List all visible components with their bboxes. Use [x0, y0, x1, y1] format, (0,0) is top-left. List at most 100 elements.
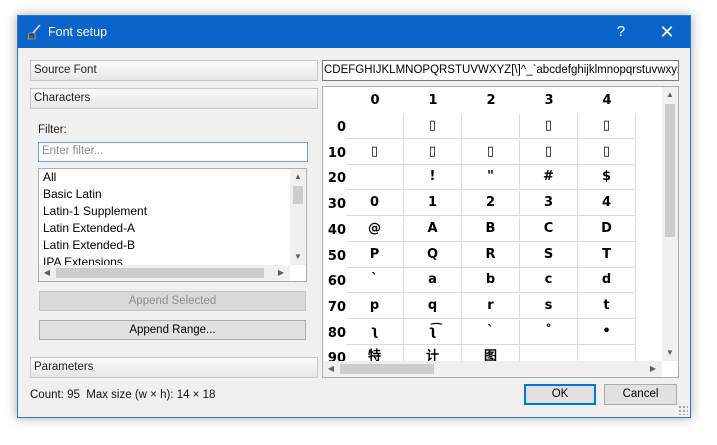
glyph-cell[interactable]: d [578, 268, 636, 293]
glyph-cell[interactable]: C [520, 217, 578, 242]
glyph-cell[interactable]: R [462, 243, 520, 268]
range-list-hscrollbar[interactable]: ◀ ▶ [39, 265, 290, 281]
grid-row-header: 10 [327, 146, 346, 161]
grid-row-header: 20 [327, 171, 346, 186]
glyph-cell[interactable]: ▯ [346, 140, 404, 165]
scroll-left-icon[interactable]: ◀ [39, 265, 55, 281]
glyph-cell[interactable]: @ [346, 217, 404, 242]
glyph-cell[interactable]: ! [404, 165, 462, 190]
grid-row-header: 0 [336, 120, 346, 135]
grid-row-header: 40 [327, 223, 346, 238]
range-list-vthumb[interactable] [293, 186, 303, 204]
cancel-button[interactable]: Cancel [604, 384, 677, 405]
glyph-string-text: CDEFGHIJKLMNOPQRSTUVWXYZ[\]^_`abcdefghij… [324, 64, 679, 76]
broom-icon [27, 24, 41, 40]
glyph-cell[interactable] [346, 165, 404, 190]
glyph-cell[interactable] [462, 114, 520, 139]
help-button[interactable]: ? [598, 16, 644, 48]
glyph-cell[interactable]: ▯ [520, 114, 578, 139]
glyph-cell[interactable]: ▯ [578, 140, 636, 165]
glyph-cell[interactable]: ʅ͡ [404, 320, 462, 345]
source-font-section[interactable]: Source Font [30, 60, 318, 81]
glyph-cell[interactable]: t [578, 294, 636, 319]
unicode-range-list[interactable]: All Basic Latin Latin-1 Supplement Latin Ex… [38, 168, 307, 282]
range-list-item[interactable]: All [43, 170, 56, 184]
glyph-cell[interactable]: a [404, 268, 462, 293]
glyph-cell[interactable]: # [520, 165, 578, 190]
filter-placeholder: Enter filter... [42, 145, 104, 157]
grid-vthumb[interactable] [665, 104, 675, 237]
glyph-cell[interactable]: r [462, 294, 520, 319]
range-list-vscrollbar[interactable]: ▲ ▼ [290, 169, 306, 265]
glyph-cell[interactable]: ▯ [462, 140, 520, 165]
range-list-hthumb[interactable] [56, 268, 264, 278]
resize-grip-icon[interactable] [678, 405, 688, 415]
ok-button[interactable]: OK [524, 384, 596, 405]
glyph-cell[interactable]: ʅ [346, 320, 404, 345]
append-range-button[interactable]: Append Range... [39, 320, 306, 340]
glyph-cell[interactable]: 2 [462, 191, 520, 216]
glyph-cell[interactable]: ▯ [578, 114, 636, 139]
grid-row-header: 70 [327, 300, 346, 315]
glyph-cell[interactable]: A [404, 217, 462, 242]
scroll-up-icon[interactable]: ▲ [290, 169, 306, 185]
glyph-cell[interactable]: D [578, 217, 636, 242]
grid-hthumb[interactable] [340, 364, 434, 374]
glyph-cell[interactable]: 1 [404, 191, 462, 216]
glyph-cell[interactable]: S [520, 243, 578, 268]
glyph-cell[interactable]: c [520, 268, 578, 293]
grid-vscrollbar[interactable]: ▲ ▼ [662, 87, 678, 361]
glyph-count: Count: 95 [30, 389, 80, 401]
glyph-cell[interactable]: • [578, 320, 636, 345]
glyph-cell[interactable]: $ [578, 165, 636, 190]
grid-scroll-right-icon[interactable]: ▶ [645, 361, 661, 377]
glyph-cell[interactable]: Q [404, 243, 462, 268]
glyph-cell[interactable]: 3 [520, 191, 578, 216]
grid-row-header: 80 [327, 326, 346, 341]
glyph-cell[interactable]: p [346, 294, 404, 319]
grid-column-header: 2 [486, 93, 496, 108]
glyph-cell[interactable]: 0 [346, 191, 404, 216]
scroll-right-icon[interactable]: ▶ [273, 265, 289, 281]
glyph-cell[interactable] [346, 114, 404, 139]
append-selected-button[interactable]: Append Selected [39, 291, 306, 311]
glyph-cell[interactable]: 4 [578, 191, 636, 216]
glyph-cell[interactable]: ▯ [404, 140, 462, 165]
range-list-item[interactable]: Latin-1 Supplement [43, 204, 147, 218]
character-grid[interactable]: 0 1 2 3 4 0 ▯ ▯ ▯ 10 ▯ ▯ ▯ ▯ ▯ 20! " # $30 0 1 2 3 4 40 @ A B C D 50 P Q… [322, 86, 679, 378]
grid-column-header: 1 [428, 93, 438, 108]
grid-scroll-up-icon[interactable]: ▲ [662, 87, 678, 103]
window-title: Font setup [48, 25, 108, 39]
grid-row-header: 50 [327, 249, 346, 264]
glyph-cell[interactable]: ▯ [520, 140, 578, 165]
glyph-cell[interactable]: B [462, 217, 520, 242]
glyph-cell[interactable]: P [346, 243, 404, 268]
glyph-cell[interactable]: ▯ [404, 114, 462, 139]
filter-label: Filter: [38, 124, 67, 136]
grid-hscrollbar[interactable]: ◀ ▶ [323, 361, 662, 377]
glyph-cell[interactable]: T [578, 243, 636, 268]
glyph-cell[interactable]: s [520, 294, 578, 319]
filter-input[interactable]: Enter filter... [38, 142, 308, 162]
characters-section[interactable]: Characters [30, 88, 318, 109]
max-size: Max size (w × h): 14 × 18 [86, 389, 216, 401]
close-button[interactable]: ✕ [644, 16, 690, 48]
range-list-item[interactable]: Latin Extended-A [43, 221, 135, 235]
range-list-item[interactable]: Basic Latin [43, 187, 102, 201]
glyph-cell[interactable]: ˚ [520, 320, 578, 345]
glyph-cell[interactable]: ˋ [462, 320, 520, 345]
glyph-cell[interactable]: b [462, 268, 520, 293]
glyph-string-input[interactable]: CDEFGHIJKLMNOPQRSTUVWXYZ[\]^_`abcdefghij… [322, 60, 679, 81]
glyph-cell[interactable]: q [404, 294, 462, 319]
glyph-cell[interactable]: ` [346, 268, 404, 293]
status-text: Count: 95 Max size (w × h): 14 × 18 [30, 389, 215, 401]
scroll-down-icon[interactable]: ▼ [290, 249, 306, 265]
glyph-cell[interactable]: " [462, 165, 520, 190]
parameters-section[interactable]: Parameters [30, 357, 318, 378]
grid-scroll-left-icon[interactable]: ◀ [323, 361, 339, 377]
title-bar: Font setup ? ✕ [18, 16, 690, 48]
grid-column-header: 3 [544, 93, 554, 108]
font-setup-dialog: Font setup ? ✕ Source Font Characters Fi… [17, 15, 691, 418]
grid-scroll-down-icon[interactable]: ▼ [662, 345, 678, 361]
range-list-item[interactable]: Latin Extended-B [43, 238, 135, 252]
